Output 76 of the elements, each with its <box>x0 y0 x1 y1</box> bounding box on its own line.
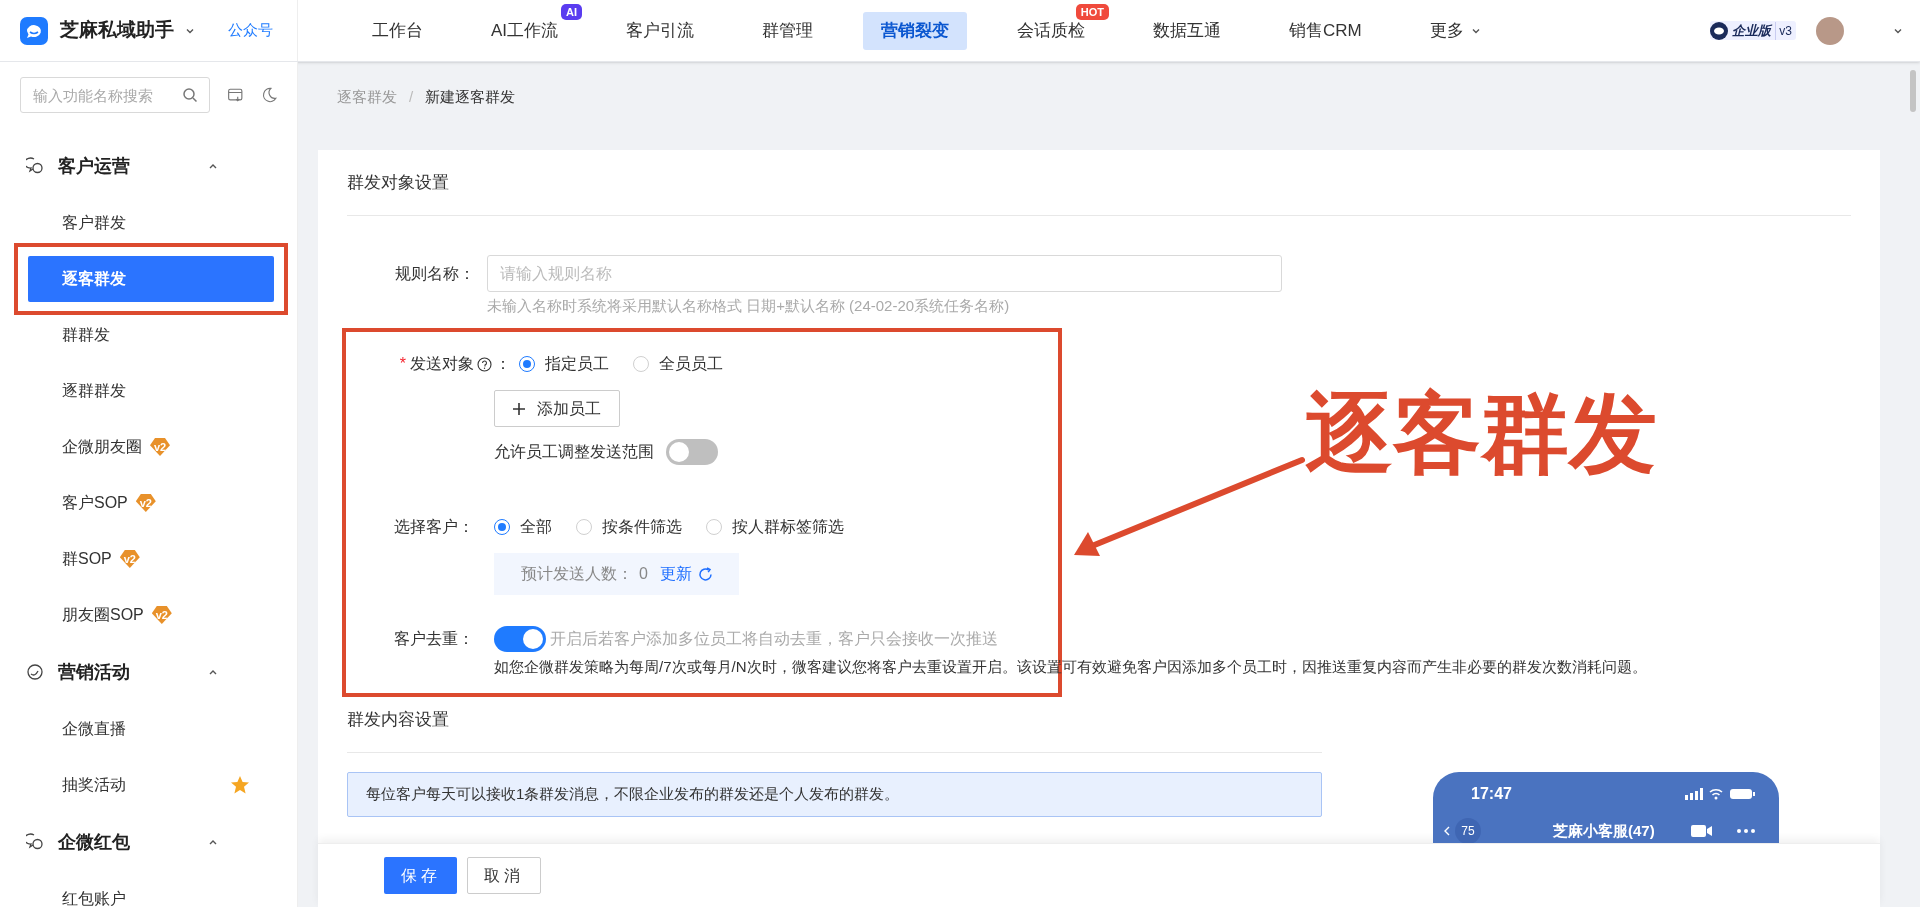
radio-option[interactable]: 全部 <box>494 515 552 539</box>
field-label: 规则名称： <box>394 263 475 284</box>
field-label: 客户去重： <box>393 629 474 649</box>
sidebar-item[interactable]: 群SOP v2 <box>28 536 274 582</box>
sidebar-item[interactable]: 企微朋友圈 v2 <box>28 424 274 470</box>
toggle-switch[interactable] <box>494 626 546 652</box>
sidebar-item[interactable]: 客户群发 <box>28 200 274 246</box>
sidebar-item[interactable]: 朋友圈SOP v2 <box>28 592 274 638</box>
unread-count: 75 <box>1455 818 1481 843</box>
radio-option[interactable]: 指定员工 <box>519 352 609 376</box>
notice-banner: 每位客户每天可以接收1条群发消息，不限企业发布的群发还是个人发布的群发。 <box>347 772 1322 817</box>
sidebar-section[interactable]: 营销活动 <box>0 643 297 701</box>
scrollbar-thumb[interactable] <box>1910 70 1916 112</box>
nav-tab[interactable]: 客户引流 <box>608 11 713 50</box>
toggle-switch[interactable] <box>666 439 718 465</box>
radio-option[interactable]: 按条件筛选 <box>576 515 682 539</box>
logo-icon <box>20 16 48 45</box>
sidebar-item[interactable]: 逐群群发 <box>28 368 274 414</box>
breadcrumb-separator: / <box>409 86 414 107</box>
chat-title: 芝麻小客服(47) <box>1553 820 1655 841</box>
app-name: 芝麻私域助手 <box>60 18 174 43</box>
rule-name-input[interactable]: 请输入规则名称 <box>487 255 1282 292</box>
sidebar-item[interactable]: 逐客群发 <box>28 256 274 302</box>
nav-badge: HOT <box>1075 3 1110 20</box>
add-employee-button[interactable]: 添加员工 <box>494 390 620 427</box>
nav-tab[interactable]: 数据互通 <box>1135 11 1240 50</box>
nav-badge: AI <box>561 3 583 20</box>
nav-tab[interactable]: 销售CRM <box>1271 11 1380 50</box>
nav-tab[interactable]: 工作台 <box>354 11 441 50</box>
sidebar-item[interactable]: 客户SOP v2 <box>28 480 274 526</box>
help-icon <box>477 356 492 372</box>
version-badge: v2 <box>119 550 140 568</box>
version-badge: v2 <box>150 438 170 456</box>
nav-tab[interactable]: 营销裂变 <box>863 11 968 50</box>
moon-icon[interactable] <box>260 85 277 105</box>
account-link[interactable]: 公众号 <box>228 19 273 42</box>
version-badge: v2 <box>151 606 172 624</box>
search-field[interactable]: 输入功能名称搜索 <box>20 77 210 113</box>
sidebar-item[interactable]: 群群发 <box>28 312 274 358</box>
more-icon <box>1737 829 1755 833</box>
radio-option[interactable]: 按人群标签筛选 <box>706 515 844 539</box>
sidebar-item[interactable]: 企微直播 <box>28 706 274 752</box>
search-icon <box>182 87 198 103</box>
sidebar-item[interactable]: 红包账户 <box>28 876 274 907</box>
save-button[interactable]: 保存 <box>384 857 457 894</box>
field-label: 选择客户： <box>393 517 474 537</box>
chat-icon <box>26 833 44 851</box>
field-label: 发送对象 <box>410 354 474 374</box>
toggle-label: 允许员工调整发送范围 <box>494 442 654 462</box>
status-icons-drawing <box>1685 787 1755 801</box>
field-hint: 未输入名称时系统将采用默认名称格式 日期+默认名称 (24-02-20系统任务名称) <box>487 297 1010 314</box>
cancel-button[interactable]: 取消 <box>467 857 541 894</box>
nav-tab[interactable]: 群管理 <box>744 11 832 50</box>
field-colon: ： <box>495 354 511 374</box>
version-badge: v2 <box>135 494 156 512</box>
refresh-link[interactable]: 更新 <box>659 562 713 586</box>
phone-time: 17:47 <box>1471 784 1512 804</box>
nav-tab[interactable]: 更多 <box>1411 11 1500 50</box>
refresh-icon <box>697 566 713 582</box>
required-mark: * <box>399 354 406 374</box>
estimate-label: 预计发送人数： <box>521 564 633 584</box>
radio-option[interactable]: 全员员工 <box>633 352 723 376</box>
video-call-icon <box>1691 824 1713 838</box>
avatar[interactable] <box>1816 16 1844 45</box>
chat-icon <box>26 157 44 175</box>
section-title: 群发对象设置 <box>347 172 450 195</box>
section-title: 群发内容设置 <box>347 709 450 732</box>
plus-icon <box>513 402 525 415</box>
sidebar-section[interactable]: 客户运营 <box>0 137 297 195</box>
estimate-value: 0 <box>639 564 648 584</box>
edition-badge: 企业版 v3 <box>1710 20 1796 41</box>
breadcrumb-item: 新建逐客群发 <box>425 86 516 107</box>
sidebar-section[interactable]: 企微红包 <box>0 813 297 871</box>
toggle-description: 开启后若客户添加多位员工将自动去重，客户只会接收一次推送 <box>550 629 998 649</box>
sidebar-item[interactable]: 抽奖活动 <box>28 762 274 808</box>
circle-icon <box>26 663 44 681</box>
